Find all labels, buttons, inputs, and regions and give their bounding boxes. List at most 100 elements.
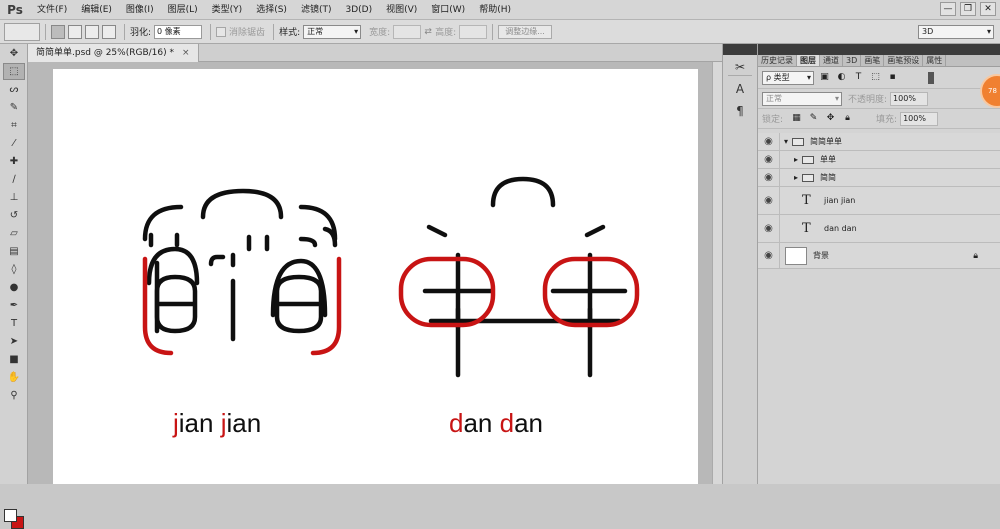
blend-mode-select[interactable]: 正常 [762, 91, 842, 106]
visibility-eye-icon[interactable]: ◉ [758, 133, 780, 150]
opacity-input[interactable]: 100% [890, 91, 929, 106]
rectangle-tool-icon[interactable]: ■ [3, 351, 25, 368]
refine-edge-button[interactable]: 调整边缘... [498, 24, 552, 39]
intersect-selection-icon[interactable] [102, 24, 116, 39]
feather-input[interactable]: 0 像素 [154, 24, 203, 39]
clone-stamp-tool-icon[interactable]: ⊥ [3, 189, 25, 206]
layer-row[interactable]: ◉ ▾ 简简单单 [758, 133, 1000, 151]
move-tool-icon[interactable]: ✥ [3, 45, 25, 62]
eraser-tool-icon[interactable]: ▱ [3, 225, 25, 242]
lock-position-icon[interactable]: ✥ [824, 112, 837, 125]
menu-type[interactable]: 类型(Y) [205, 0, 250, 20]
antialias-checkbox[interactable] [216, 26, 227, 37]
canvas[interactable]: jian jian dan dan [53, 69, 698, 484]
eyedropper-tool-icon[interactable]: ⁄ [3, 135, 25, 152]
lock-image-icon[interactable]: ✎ [807, 112, 820, 125]
blur-tool-icon[interactable]: ◊ [3, 261, 25, 278]
document-tab[interactable]: 简简单单.psd @ 25%(RGB/16) * × [28, 44, 199, 62]
dodge-tool-icon[interactable]: ● [3, 279, 25, 296]
filter-toggle[interactable] [928, 71, 934, 84]
lock-all-icon[interactable]: 🔒︎ [841, 112, 854, 125]
tab-brush-presets[interactable]: 画笔预设 [884, 55, 924, 66]
layer-name: 简简 [820, 173, 837, 182]
visibility-eye-icon[interactable]: ◉ [758, 151, 780, 168]
tool-preset-picker[interactable] [4, 22, 40, 41]
type-filter-icon[interactable]: T [852, 71, 865, 84]
menu-select[interactable]: 选择(S) [249, 0, 294, 20]
layer-row[interactable]: ◉ T dan dan [758, 215, 1000, 243]
layer-row[interactable]: ◉ T jian jian [758, 187, 1000, 215]
artwork: jian jian dan dan [142, 176, 640, 438]
vertical-scrollbar[interactable] [712, 62, 722, 484]
menu-help[interactable]: 帮助(H) [472, 0, 518, 20]
brush-tool-icon[interactable]: ∕ [3, 171, 25, 188]
collapse-arrow-icon[interactable]: ▸ [794, 173, 798, 182]
layer-row[interactable]: ◉ ▸ 单单 [758, 151, 1000, 169]
history-brush-tool-icon[interactable]: ↺ [3, 207, 25, 224]
crop-tool-icon[interactable]: ⌗ [3, 117, 25, 134]
layer-row[interactable]: ◉ 背景 🔒︎ [758, 243, 1000, 269]
new-selection-icon[interactable] [51, 24, 65, 39]
gradient-tool-icon[interactable]: ▤ [3, 243, 25, 260]
menu-window[interactable]: 窗口(W) [424, 0, 472, 20]
pen-tool-icon[interactable]: ✒ [3, 297, 25, 314]
type-tool-icon[interactable]: T [3, 315, 25, 332]
tab-history[interactable]: 历史记录 [758, 55, 797, 66]
caption-jian-jian: jian jian [172, 408, 261, 438]
adjustment-filter-icon[interactable]: ◐ [835, 71, 848, 84]
tab-properties[interactable]: 属性 [923, 55, 947, 66]
restore-button[interactable]: ❐ [960, 2, 976, 16]
fill-input[interactable]: 100% [900, 111, 939, 126]
menu-3d[interactable]: 3D(D) [338, 0, 379, 20]
height-input[interactable] [459, 24, 488, 39]
layers-panel: 历史记录 图层 通道 3D 画笔 画笔预设 属性 ρ 类型 ▣ ◐ T ⬚ ▪ … [758, 44, 1000, 484]
path-select-tool-icon[interactable]: ➤ [3, 333, 25, 350]
subtract-selection-icon[interactable] [85, 24, 99, 39]
tab-channels[interactable]: 通道 [820, 55, 843, 66]
tab-layers[interactable]: 图层 [797, 55, 820, 66]
paragraph-panel-icon[interactable]: ¶ [728, 102, 752, 120]
smart-object-filter-icon[interactable]: ▪ [886, 71, 899, 84]
layer-filter-select[interactable]: ρ 类型 [762, 70, 814, 85]
width-input[interactable] [393, 24, 422, 39]
visibility-eye-icon[interactable]: ◉ [758, 187, 780, 214]
swap-icon[interactable]: ⇄ [421, 27, 435, 37]
visibility-eye-icon[interactable]: ◉ [758, 243, 780, 268]
tool-presets-icon[interactable]: ✂ [728, 58, 752, 76]
close-tab-icon[interactable]: × [182, 48, 190, 58]
menu-filter[interactable]: 滤镜(T) [294, 0, 339, 20]
style-select[interactable]: 正常 [303, 24, 362, 39]
menu-file[interactable]: 文件(F) [30, 0, 74, 20]
minimize-button[interactable]: — [940, 2, 956, 16]
lasso-tool-icon[interactable]: ᔕ [3, 81, 25, 98]
workspace-select[interactable]: 3D [918, 24, 994, 39]
marquee-tool-icon[interactable]: ⬚ [3, 63, 25, 80]
zoom-tool-icon[interactable]: ⚲ [3, 387, 25, 404]
visibility-eye-icon[interactable]: ◉ [758, 169, 780, 186]
visibility-eye-icon[interactable]: ◉ [758, 215, 780, 242]
hand-tool-icon[interactable]: ✋ [3, 369, 25, 386]
foreground-color-swatch[interactable] [4, 509, 17, 522]
layer-name: jian jian [824, 196, 856, 205]
shape-filter-icon[interactable]: ⬚ [869, 71, 882, 84]
expand-arrow-icon[interactable]: ▾ [784, 137, 788, 146]
quick-select-tool-icon[interactable]: ✎ [3, 99, 25, 116]
add-selection-icon[interactable] [68, 24, 82, 39]
lock-row: 锁定: ▦ ✎ ✥ 🔒︎ 填充: 100% [758, 109, 1000, 129]
tab-3d[interactable]: 3D [843, 55, 862, 66]
close-button[interactable]: ✕ [980, 2, 996, 16]
feather-label: 羽化: [130, 28, 152, 38]
menu-edit[interactable]: 编辑(E) [74, 0, 119, 20]
tab-brush[interactable]: 画笔 [861, 55, 885, 66]
character-panel-icon[interactable]: A [728, 80, 752, 98]
lock-transparent-icon[interactable]: ▦ [790, 112, 803, 125]
layer-row[interactable]: ◉ ▸ 简简 [758, 169, 1000, 187]
menu-image[interactable]: 图像(I) [119, 0, 161, 20]
divider [492, 23, 494, 40]
pixel-filter-icon[interactable]: ▣ [818, 71, 831, 84]
menu-layer[interactable]: 图层(L) [161, 0, 205, 20]
layer-filter-row: ρ 类型 ▣ ◐ T ⬚ ▪ [758, 67, 1000, 89]
healing-brush-tool-icon[interactable]: ✚ [3, 153, 25, 170]
collapse-arrow-icon[interactable]: ▸ [794, 155, 798, 164]
menu-view[interactable]: 视图(V) [379, 0, 424, 20]
